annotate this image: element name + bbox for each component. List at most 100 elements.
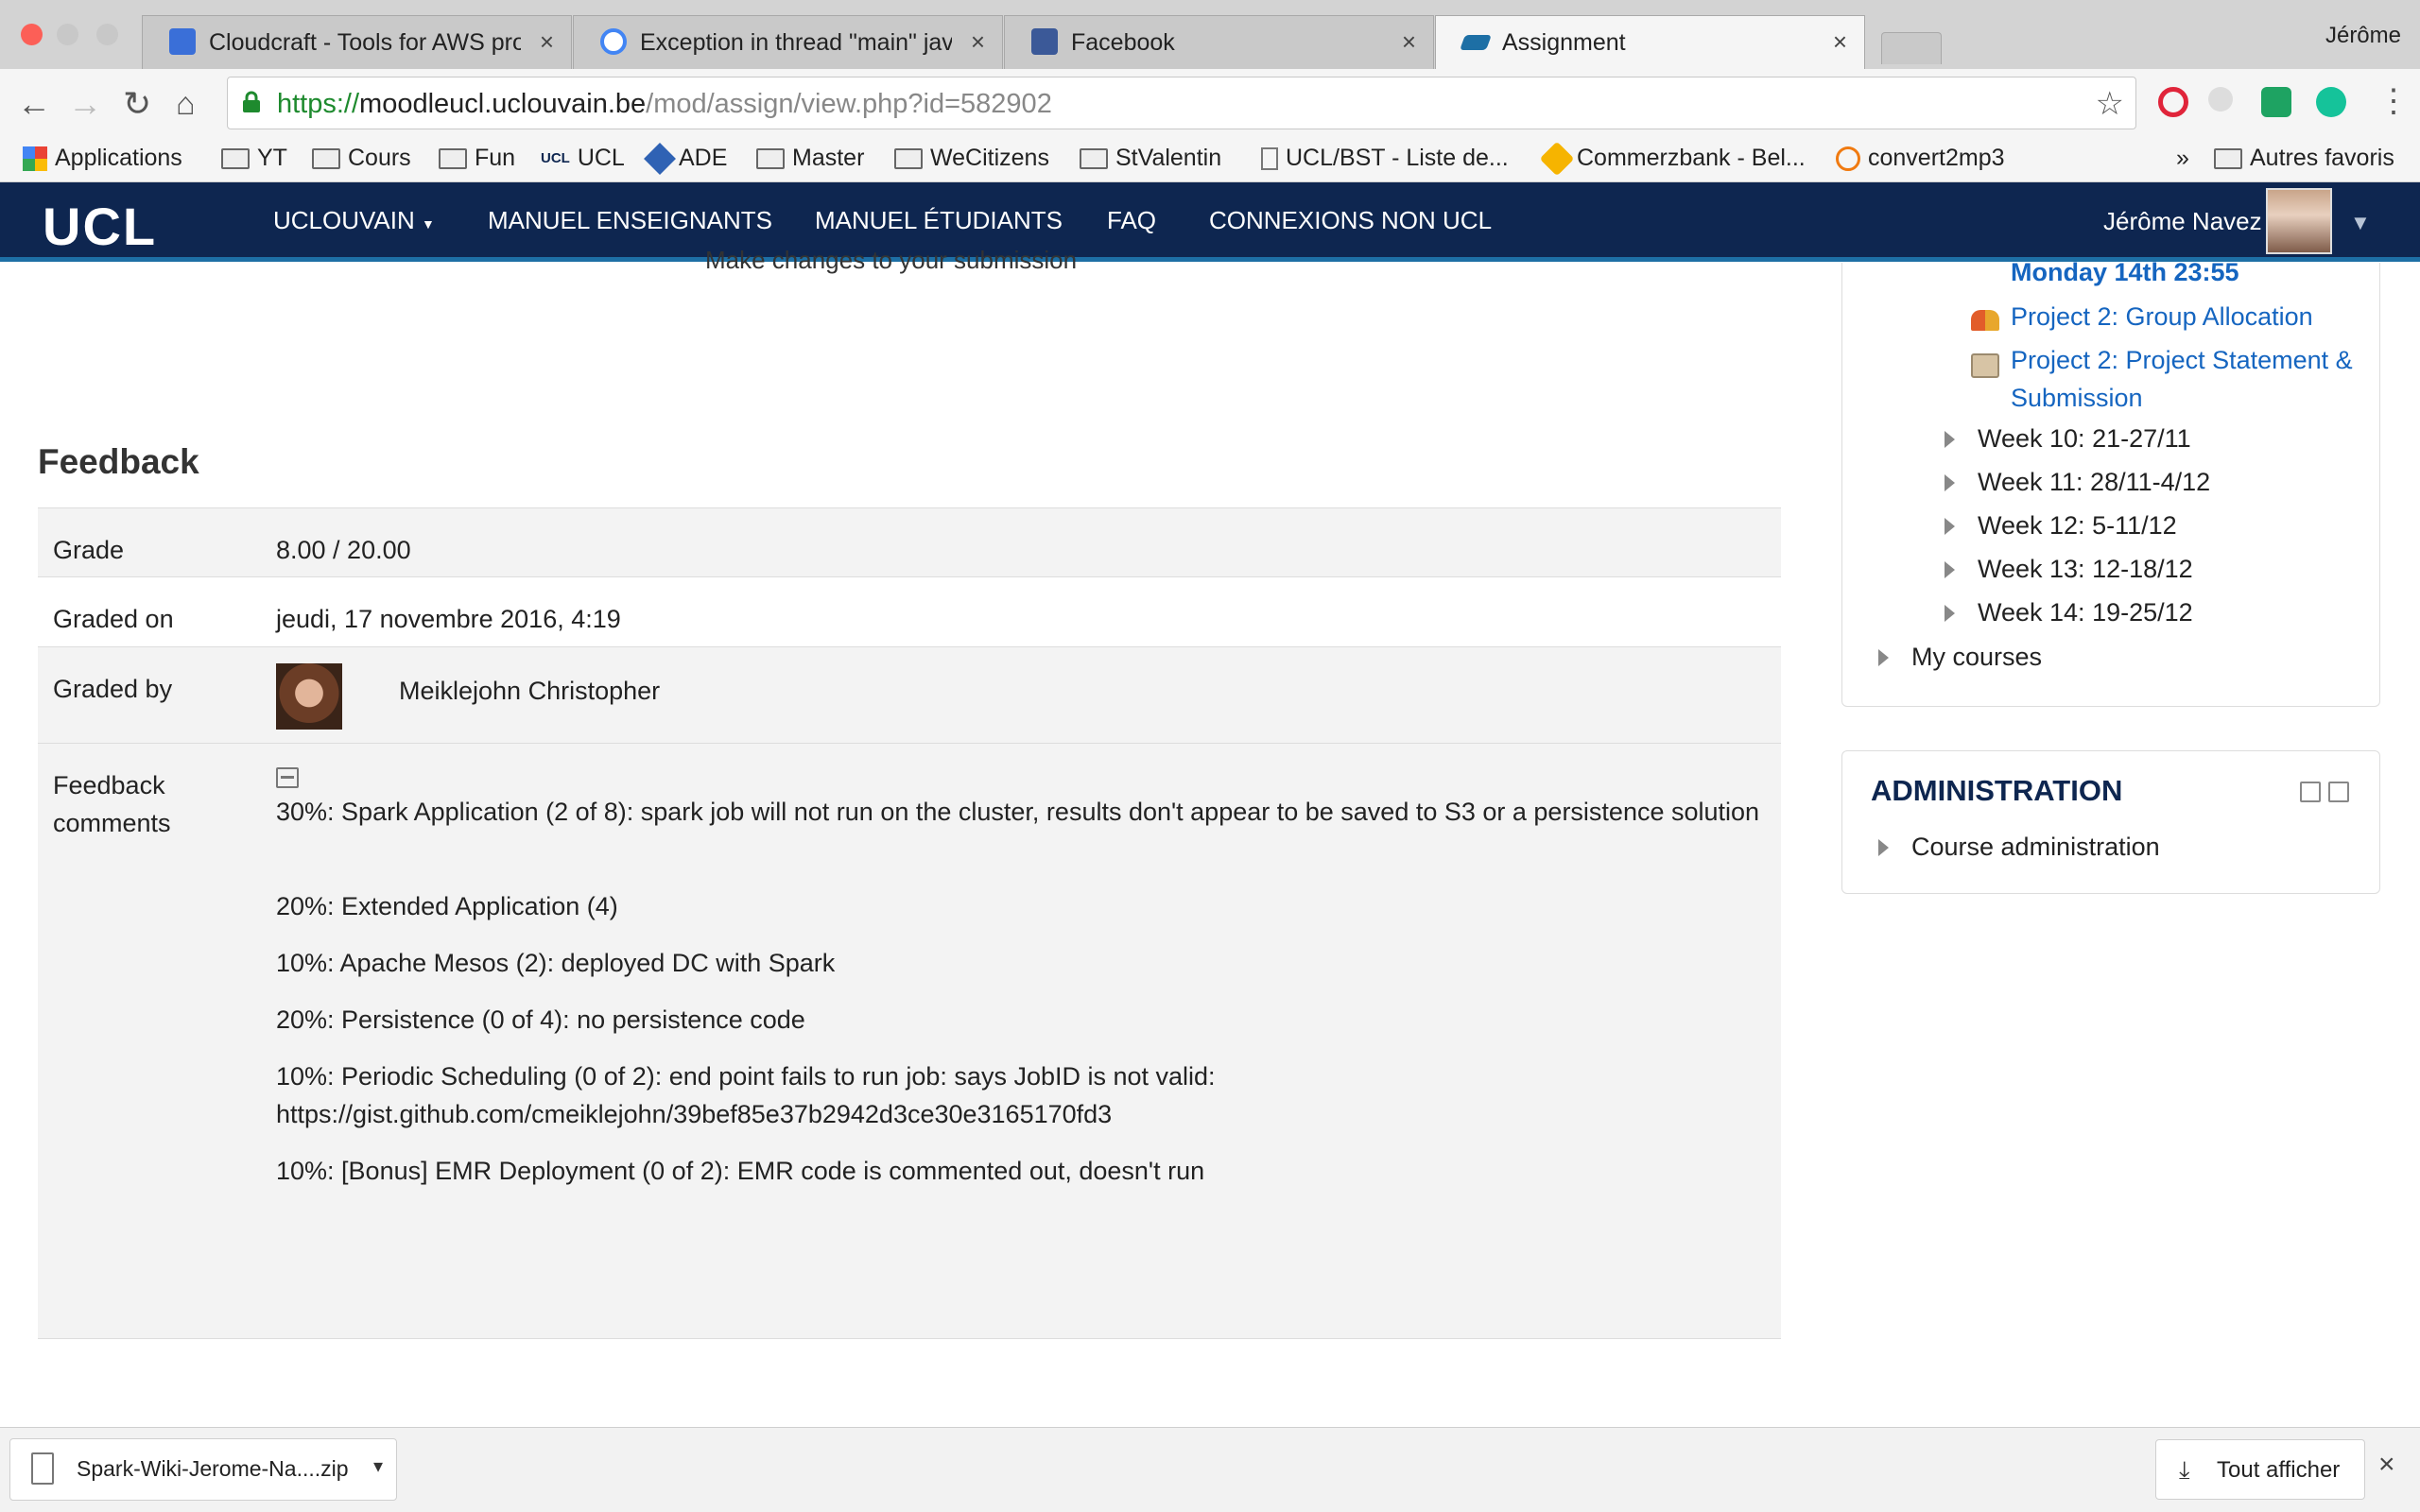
minimize-window-button[interactable] <box>57 24 78 45</box>
menu-faq[interactable]: FAQ <box>1107 206 1156 235</box>
reload-icon[interactable]: ↻ <box>123 85 151 123</box>
lock-icon <box>241 91 262 113</box>
download-item[interactable]: Spark-Wiki-Jerome-Na....zip ▾ <box>9 1438 397 1501</box>
tab-title: Facebook <box>1071 29 1175 56</box>
bookmark-applications[interactable]: Applications <box>23 145 182 172</box>
feedback-table: Grade 8.00 / 20.00 Graded on jeudi, 17 n… <box>38 507 1781 1339</box>
bookmark-stvalentin[interactable]: StValentin <box>1080 145 1221 172</box>
deadline-date-partial: Monday 14th 23:55 <box>2011 258 2239 286</box>
tab-title: Exception in thread "main" java <box>640 29 952 56</box>
bookmark-fun[interactable]: Fun <box>439 145 515 172</box>
browser-tab-strip: Cloudcraft - Tools for AWS pro × Excepti… <box>0 0 2420 69</box>
zoom-window-button[interactable] <box>96 24 118 45</box>
bookmarks-overflow-chevron[interactable]: » <box>2176 145 2189 172</box>
grammarly-icon[interactable] <box>2316 87 2346 117</box>
commerzbank-icon <box>1539 141 1575 176</box>
graded-by-label: Graded by <box>53 675 173 703</box>
feedback-heading: Feedback <box>38 442 199 481</box>
my-courses[interactable]: My courses <box>1878 643 2042 672</box>
facebook-favicon-icon <box>1031 28 1058 55</box>
google-favicon-icon <box>600 28 627 55</box>
bookmark-convert2mp3[interactable]: convert2mp3 <box>1836 145 2005 172</box>
expand-arrow-icon <box>1945 431 1955 448</box>
feedback-comment: 10%: Periodic Scheduling (0 of 2): end p… <box>276 1062 1216 1128</box>
bookmark-yt[interactable]: YT <box>221 145 287 172</box>
feedback-comment: 20%: Extended Application (4) <box>276 892 618 920</box>
menu-manuel-enseignants[interactable]: MANUEL ENSEIGNANTS <box>488 206 772 235</box>
tab-title: Assignment <box>1502 29 1626 56</box>
tab-facebook[interactable]: Facebook × <box>1004 15 1434 69</box>
feedback-comment: 20%: Persistence (0 of 4): no persistenc… <box>276 1005 805 1034</box>
menu-uclouvain[interactable]: UCLOUVAIN ▼ <box>273 206 435 235</box>
new-tab-button[interactable] <box>1881 32 1942 64</box>
user-avatar[interactable] <box>2266 188 2332 254</box>
bookmark-wecitizens[interactable]: WeCitizens <box>894 145 1049 172</box>
home-icon[interactable]: ⌂ <box>176 85 196 123</box>
bookmark-ucl-bst[interactable]: UCL/BST - Liste de... <box>1261 145 1509 172</box>
tab-exception[interactable]: Exception in thread "main" java × <box>573 15 1003 69</box>
grade-row: Grade 8.00 / 20.00 <box>38 508 1781 577</box>
close-tab-icon[interactable]: × <box>971 27 985 57</box>
bookmark-ucl[interactable]: UCL UCL <box>541 145 625 172</box>
grader-avatar[interactable] <box>276 663 342 730</box>
pin-extension-icon[interactable] <box>2208 87 2233 112</box>
user-menu-name[interactable]: Jérôme Navez <box>2103 207 2262 236</box>
week-11[interactable]: Week 11: 28/11-4/12 <box>1945 468 2210 497</box>
expand-arrow-icon <box>1945 605 1955 622</box>
download-menu-caret-icon[interactable]: ▾ <box>373 1454 383 1478</box>
dock-block-icon[interactable] <box>2328 782 2349 802</box>
show-all-downloads-button[interactable]: ⤓ Tout afficher <box>2155 1439 2365 1500</box>
close-shelf-icon[interactable]: × <box>2378 1449 2395 1481</box>
folder-icon <box>2214 147 2242 169</box>
close-window-button[interactable] <box>21 24 43 45</box>
folder-icon <box>312 147 340 169</box>
grade-value: 8.00 / 20.00 <box>276 536 411 564</box>
feedback-comment: 30%: Spark Application (2 of 8): spark j… <box>276 798 1760 826</box>
puzzle-extension-icon[interactable] <box>2261 87 2291 117</box>
collapse-icon[interactable] <box>276 767 299 788</box>
administration-heading: ADMINISTRATION <box>1871 774 2123 807</box>
edit-submission-button-partial[interactable]: Make changes to your submission <box>705 246 1077 275</box>
week-13[interactable]: Week 13: 12-18/12 <box>1945 555 2193 584</box>
bookmark-commerzbank[interactable]: Commerzbank - Bel... <box>1539 141 1806 176</box>
close-tab-icon[interactable]: × <box>1833 27 1847 57</box>
link-project-statement[interactable]: Project 2: Project Statement & Submissio… <box>2011 341 2370 417</box>
profile-name[interactable]: Jérôme <box>2325 23 2401 49</box>
bookmark-cours[interactable]: Cours <box>312 145 411 172</box>
browser-menu-icon[interactable]: ⋮ <box>2377 82 2410 120</box>
graded-on-row: Graded on jeudi, 17 novembre 2016, 4:19 <box>38 577 1781 647</box>
expand-arrow-icon <box>1878 649 1889 666</box>
navigation-block: Monday 14th 23:55 Project 2: Group Alloc… <box>1841 258 2380 707</box>
bookmarks-bar: Applications YT Cours Fun UCL UCL ADE Mas… <box>0 139 2420 182</box>
week-10[interactable]: Week 10: 21-27/11 <box>1945 424 2191 454</box>
close-tab-icon[interactable]: × <box>1402 27 1416 57</box>
collapse-block-icon[interactable] <box>2300 782 2321 802</box>
tab-assignment[interactable]: Assignment × <box>1435 15 1865 69</box>
week-12[interactable]: Week 12: 5-11/12 <box>1945 511 2177 541</box>
close-tab-icon[interactable]: × <box>540 27 554 57</box>
bookmark-ade[interactable]: ADE <box>644 142 727 175</box>
tab-cloudcraft[interactable]: Cloudcraft - Tools for AWS pro × <box>142 15 572 69</box>
link-group-allocation[interactable]: Project 2: Group Allocation <box>2011 298 2313 335</box>
administration-block: ADMINISTRATION Course administration <box>1841 750 2380 894</box>
zip-file-icon <box>31 1452 54 1485</box>
bookmark-autres-favoris[interactable]: Autres favoris <box>2214 145 2394 172</box>
user-menu-caret-icon[interactable]: ▼ <box>2350 211 2371 235</box>
menu-connexions-non-ucl[interactable]: CONNEXIONS NON UCL <box>1209 206 1492 235</box>
download-icon: ⤓ <box>2179 1455 2190 1484</box>
feedback-comment: 10%: Apache Mesos (2): deployed DC with … <box>276 949 836 977</box>
download-file-name: Spark-Wiki-Jerome-Na....zip <box>77 1456 349 1481</box>
bookmark-star-icon[interactable]: ☆ <box>2096 85 2124 123</box>
opera-extension-icon[interactable] <box>2158 87 2188 117</box>
ucl-logo[interactable]: UCL <box>43 196 157 257</box>
grade-label: Grade <box>53 536 125 564</box>
address-bar[interactable]: https://moodleucl.uclouvain.be/mod/assig… <box>227 77 2136 129</box>
forward-icon[interactable]: → <box>68 85 102 123</box>
week-14[interactable]: Week 14: 19-25/12 <box>1945 598 2193 627</box>
course-administration[interactable]: Course administration <box>1878 833 2160 862</box>
bookmark-master[interactable]: Master <box>756 145 864 172</box>
back-icon[interactable]: ← <box>17 85 51 123</box>
apps-grid-icon <box>23 146 47 171</box>
menu-manuel-etudiants[interactable]: MANUEL ÉTUDIANTS <box>815 206 1063 235</box>
folder-icon <box>439 147 467 169</box>
